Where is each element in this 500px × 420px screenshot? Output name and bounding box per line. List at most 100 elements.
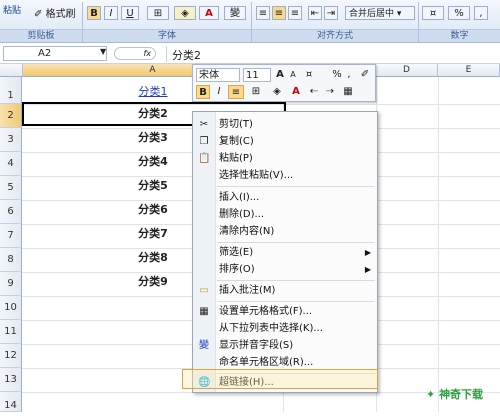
formula-input[interactable]: 分类2 [172, 47, 201, 63]
increase-decimal-button[interactable]: ⇠ [307, 85, 321, 99]
row-header[interactable]: 11 [0, 320, 22, 344]
menu-item-clear[interactable]: 清除内容(N) [215, 223, 377, 240]
currency-button[interactable]: ¤ [422, 6, 444, 20]
row-header[interactable]: 9 [0, 272, 22, 296]
mini-toolbar: 宋体 11 A A ¤ % , ✐ B I ≡ ⊞ ◈ A ⇠ ⇢ ▦ [192, 64, 376, 102]
align-center-icon: ≡ [274, 8, 284, 19]
menu-item-sort[interactable]: 排序(O) ▶ [215, 261, 377, 278]
menu-item-label: 显示拼音字段(S) [219, 340, 294, 351]
menu-item-copy[interactable]: 复制(C) [215, 133, 377, 150]
merge-button[interactable]: ▦ [341, 85, 355, 99]
row-header[interactable]: 10 [0, 296, 22, 320]
menu-item-pick-from-list[interactable]: 从下拉列表中选择(K)... [215, 320, 377, 337]
border-icon: ⊞ [153, 8, 163, 19]
decrease-decimal-button[interactable]: ⇢ [323, 85, 337, 99]
paste-button[interactable]: 粘贴 [3, 3, 21, 16]
menu-item-cut[interactable]: 剪切(T) [215, 116, 377, 133]
merge-center-button[interactable]: 合并后居中 ▾ [345, 6, 415, 20]
align-center-button[interactable]: ≡ [272, 6, 286, 20]
paint-bucket-icon: ◈ [181, 8, 189, 19]
format-painter-label: 格式刷 [45, 9, 76, 20]
row-header[interactable]: 4 [0, 152, 22, 176]
row-header[interactable]: 13 [0, 368, 22, 392]
menu-item-label: 插入(I)... [219, 192, 260, 203]
name-box[interactable]: A2 [3, 46, 107, 61]
shrink-font-button[interactable]: A [287, 68, 299, 82]
menu-item-label: 复制(C) [219, 136, 254, 147]
merge-icon: ▦ [343, 86, 353, 97]
menu-item-format-cells[interactable]: 设置单元格格式(F)... [215, 303, 377, 320]
row-header[interactable]: 14 [0, 392, 22, 412]
row-header[interactable]: 1 [0, 77, 22, 104]
row-header[interactable]: 5 [0, 176, 22, 200]
mini-italic-button[interactable]: I [212, 85, 226, 99]
clipboard-icon: 📋 [198, 153, 211, 164]
wen-button[interactable]: 變 [224, 6, 246, 20]
menu-item-label: 设置单元格格式(F)... [219, 306, 313, 317]
mini-fill-button[interactable]: ◈ [268, 85, 286, 99]
row-header[interactable]: 7 [0, 224, 22, 248]
row-header[interactable]: 3 [0, 128, 22, 152]
row-header[interactable]: 2 [0, 104, 22, 128]
format-painter-icon[interactable]: ✐ [358, 68, 372, 82]
brush-icon: ✐ [34, 9, 43, 20]
submenu-arrow-icon: ▶ [364, 265, 371, 274]
fx-button[interactable]: fx [114, 47, 156, 60]
menu-item-filter[interactable]: 筛选(E) ▶ [215, 244, 377, 261]
underline-button[interactable]: U [121, 6, 139, 20]
currency-icon: ¤ [429, 8, 437, 19]
group-number: 数字 [419, 29, 500, 42]
menu-item-label: 剪切(T) [219, 119, 253, 130]
mini-border-button[interactable]: ⊞ [248, 85, 264, 99]
comma-button[interactable]: , [474, 6, 488, 20]
merge-center-label: 合并后居中 [349, 9, 395, 19]
border-button[interactable]: ⊞ [147, 6, 169, 20]
bold-button[interactable]: B [87, 6, 101, 20]
mini-font-color-button[interactable]: A [289, 85, 303, 99]
phonetic-icon: 變 [199, 340, 209, 351]
row-header[interactable]: 6 [0, 200, 22, 224]
column-header-d[interactable]: D [376, 64, 438, 77]
fill-color-button[interactable]: ◈ [174, 6, 196, 20]
align-left-button[interactable]: ≡ [256, 6, 270, 20]
menu-item-insert[interactable]: 插入(I)... [215, 189, 377, 206]
ribbon: 粘贴 ✐ 格式刷 B I U ⊞ ◈ A 變 ≡ ≡ ≡ ⇤ ⇥ 合并后居中 ▾… [0, 0, 500, 43]
mini-bold-button[interactable]: B [196, 85, 210, 99]
decrease-indent-button[interactable]: ⇤ [308, 6, 322, 20]
hyperlink-highlight-box [182, 369, 378, 389]
mini-font-name[interactable]: 宋体 [196, 68, 240, 82]
font-color-button[interactable]: A [199, 6, 219, 20]
row-header[interactable]: 8 [0, 248, 22, 272]
menu-item-delete[interactable]: 删除(D)... [215, 206, 377, 223]
increase-indent-button[interactable]: ⇥ [324, 6, 338, 20]
row-header[interactable]: 12 [0, 344, 22, 368]
column-header-e[interactable]: E [438, 64, 500, 77]
select-all-corner[interactable] [0, 64, 23, 77]
border-icon: ⊞ [251, 86, 261, 97]
comma-button[interactable]: , [344, 68, 354, 82]
name-box-dropdown-icon[interactable]: ▼ [100, 47, 106, 56]
format-painter-button[interactable]: ✐ 格式刷 [34, 5, 76, 20]
menu-item-paste-special[interactable]: 选择性粘贴(V)... [215, 167, 377, 184]
italic-button[interactable]: I [104, 6, 118, 20]
menu-item-label: 删除(D)... [219, 209, 265, 220]
mini-font-size[interactable]: 11 [243, 68, 271, 82]
formula-bar: A2 ▼ fx 分类2 [0, 45, 500, 64]
percent-button[interactable]: % [331, 68, 343, 82]
menu-item-insert-comment[interactable]: 插入批注(M) [215, 282, 377, 299]
menu-separator [217, 242, 375, 243]
mini-center-button[interactable]: ≡ [228, 85, 244, 99]
menu-item-phonetic[interactable]: 显示拼音字段(S) [215, 337, 377, 354]
copy-icon: ❐ [199, 136, 209, 147]
menu-item-label: 选择性粘贴(V)... [219, 170, 294, 181]
currency-button[interactable]: ¤ [301, 68, 317, 82]
grow-font-button[interactable]: A [274, 68, 286, 82]
align-center-icon: ≡ [231, 87, 241, 98]
menu-item-paste[interactable]: 粘贴(P) [215, 150, 377, 167]
group-alignment: 对齐方式 [252, 29, 418, 42]
align-right-button[interactable]: ≡ [288, 6, 302, 20]
menu-item-label: 从下拉列表中选择(K)... [219, 323, 323, 334]
percent-button[interactable]: % [448, 6, 470, 20]
menu-item-label: 清除内容(N) [219, 226, 275, 237]
context-menu: 剪切(T) ✂ 复制(C) ❐ 粘贴(P) 📋 选择性粘贴(V)... 插入(I… [192, 111, 378, 393]
